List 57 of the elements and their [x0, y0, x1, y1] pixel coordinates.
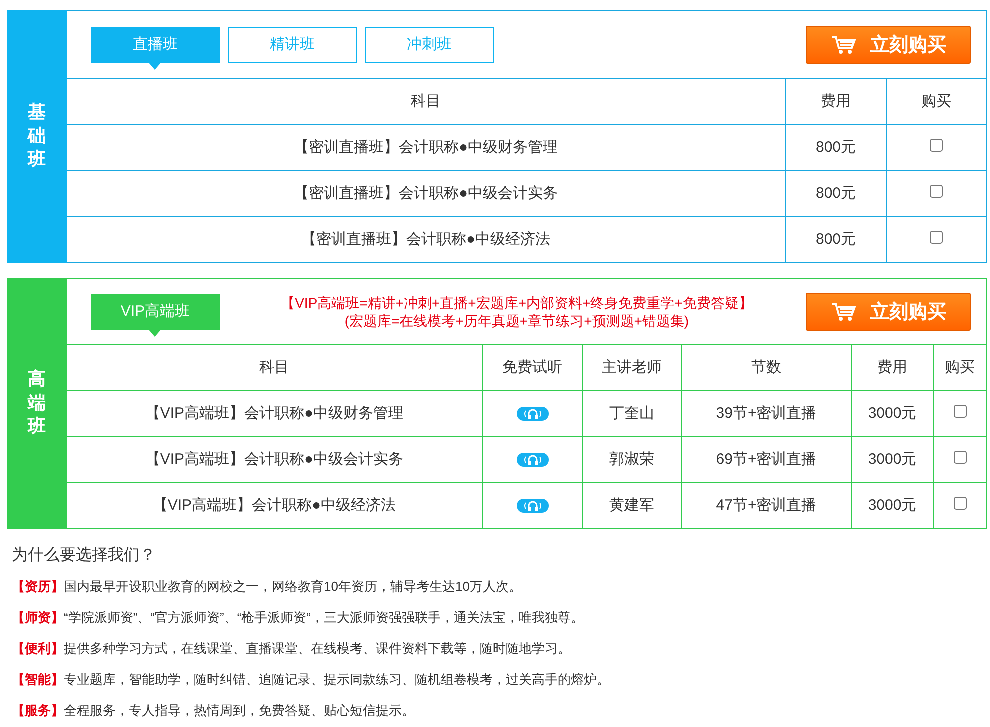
buy-now-button[interactable]: 立刻购买 [806, 26, 971, 64]
feature-text: 提供多种学习方式，在线课堂、直播课堂、在线模考、课件资料下载等，随时随地学习。 [64, 640, 571, 658]
column-header: 购买 [934, 345, 986, 390]
section-label: 基础班 [7, 10, 67, 263]
promo-note: 【VIP高端班=精讲+冲刺+直播+宏题库+内部资料+终身免费重学+免费答疑】 [280, 294, 754, 312]
cart-icon [830, 34, 856, 54]
buy-checkbox[interactable] [930, 231, 943, 244]
audio-preview-icon[interactable] [516, 407, 548, 422]
buy-now-button[interactable]: 立刻购买 [806, 292, 971, 330]
feature-tag: 【服务】 [12, 702, 64, 720]
table-cell: 800元 [786, 170, 886, 216]
tab[interactable]: 精讲班 [228, 26, 357, 62]
feature-text: 专业题库，智能助学，随时纠错、追随记录、提示同款练习、随机组卷模考，过关高手的熔炉。 [64, 671, 610, 689]
audio-preview-icon[interactable] [516, 453, 548, 468]
section-heading: 为什么要选择我们？ [12, 546, 157, 566]
feature-text: 全程服务，专人指导，热情周到，免费答疑、贴心短信提示。 [64, 702, 415, 720]
tab[interactable]: 直播班 [91, 26, 220, 62]
buy-checkbox[interactable] [930, 139, 943, 152]
buy-checkbox[interactable] [954, 497, 966, 510]
audio-preview-icon[interactable] [516, 499, 548, 514]
promo-note: (宏题库=在线模考+历年真题+章节练习+预测题+错题集) [344, 312, 690, 330]
table-cell: 【VIP高端班】会计职称●中级会计实务 [67, 436, 482, 482]
cart-icon [830, 302, 856, 322]
column-header: 主讲老师 [582, 345, 682, 390]
table-cell: 【密训直播班】会计职称●中级经济法 [67, 216, 786, 262]
pointer-icon [149, 62, 161, 70]
table-cell: 郭淑荣 [582, 436, 682, 482]
column-header: 免费试听 [482, 345, 582, 390]
table-cell: 【密训直播班】会计职称●中级财务管理 [67, 124, 786, 170]
buy-checkbox[interactable] [954, 405, 966, 418]
table-cell: 【密训直播班】会计职称●中级会计实务 [67, 170, 786, 216]
buy-checkbox[interactable] [930, 185, 943, 198]
section-label: 高端班 [7, 278, 67, 529]
table-cell: 69节+密训直播 [682, 436, 852, 482]
table-cell: 39节+密训直播 [682, 390, 852, 436]
feature-tag: 【资历】 [12, 578, 64, 596]
feature-tag: 【智能】 [12, 671, 64, 689]
table-cell: 3000元 [852, 390, 934, 436]
table-cell: 3000元 [852, 436, 934, 482]
table-cell: 丁奎山 [582, 390, 682, 436]
column-header: 科目 [67, 345, 482, 390]
column-header: 节数 [682, 345, 852, 390]
feature-text: 国内最早开设职业教育的网校之一，网络教育10年资历，辅导考生达10万人次。 [64, 578, 522, 596]
table-cell: 800元 [786, 124, 886, 170]
feature-text: “学院派师资”、“官方派师资”、“枪手派师资”，三大派师资强强联手，通关法宝，唯我独尊。 [64, 609, 584, 627]
column-header: 费用 [852, 345, 934, 390]
column-header: 费用 [786, 79, 886, 124]
pointer-icon [149, 330, 161, 336]
tab[interactable]: VIP高端班 [91, 294, 220, 330]
tab[interactable]: 冲刺班 [365, 26, 494, 62]
feature-tag: 【师资】 [12, 609, 64, 627]
table-cell: 【VIP高端班】会计职称●中级财务管理 [67, 390, 482, 436]
feature-tag: 【便利】 [12, 640, 64, 658]
table-cell: 【VIP高端班】会计职称●中级经济法 [67, 482, 482, 528]
column-header: 购买 [886, 79, 986, 124]
buy-checkbox[interactable] [954, 451, 966, 464]
column-header: 科目 [67, 79, 786, 124]
